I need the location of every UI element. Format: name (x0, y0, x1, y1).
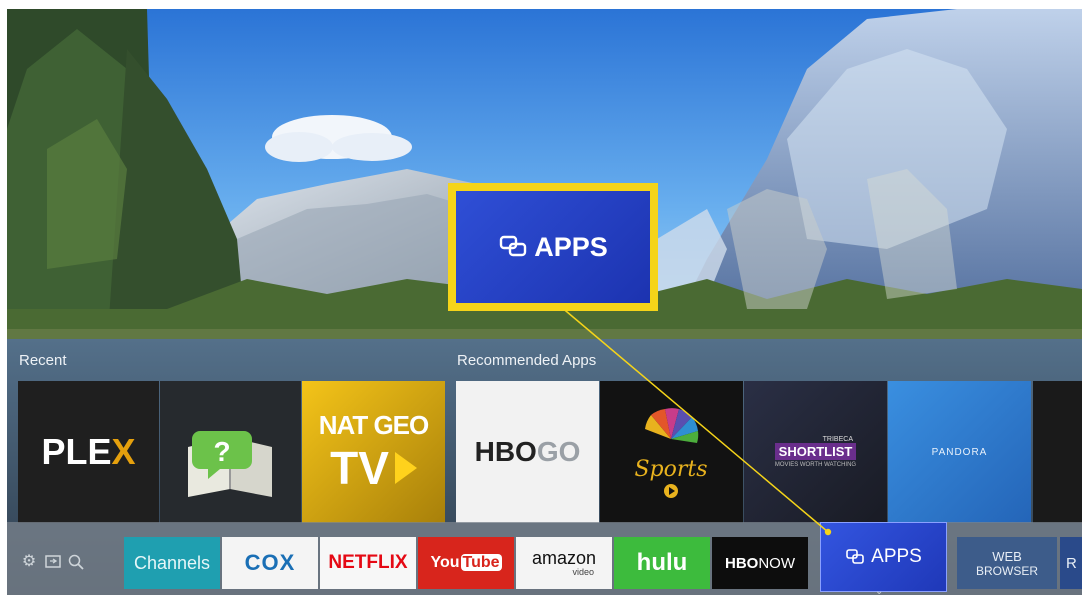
natgeo-line2: TV (330, 441, 389, 494)
netflix-label: NETFLIX (328, 552, 408, 573)
apps-zoom-callout: APPS (448, 183, 658, 311)
amazon-label: amazon (531, 548, 597, 568)
youtube-app[interactable]: You Tube (418, 537, 514, 589)
settings-icon[interactable]: ⚙ (20, 553, 38, 571)
apps-tile-selected[interactable]: APPS (820, 522, 947, 592)
plex-tile[interactable]: PLEX (18, 381, 159, 523)
shortlist-label: SHORTLIST (774, 443, 857, 460)
recent-title: Recent (19, 352, 67, 369)
natgeo-tv-tile[interactable]: NAT GEO TV (302, 381, 445, 523)
channels-app[interactable]: Channels (124, 537, 220, 589)
web-browser-line2: BROWSER (975, 563, 1038, 578)
help-book-tile[interactable]: ? (160, 381, 301, 523)
apps-label: APPS (871, 546, 922, 567)
pandora-label: PANDORA (931, 446, 988, 458)
question-glyph: ? (213, 436, 230, 467)
natgeo-line1: NAT GEO (318, 409, 430, 440)
amazon-video-app[interactable]: amazon video (516, 537, 612, 589)
tribeca-label: TRIBECA (822, 436, 853, 443)
hulu-label: hulu (636, 549, 688, 576)
channels-label: Channels (133, 552, 211, 573)
book-question-icon: ? (188, 431, 272, 497)
zoom-apps-label: APPS (534, 231, 608, 262)
web-browser-app[interactable]: WEB BROWSER (957, 537, 1057, 589)
input-source-icon[interactable] (44, 553, 62, 571)
shortlist-sub: MOVIES WORTH WATCHING (774, 462, 857, 468)
partial-tile[interactable] (1033, 381, 1082, 523)
nbc-peacock-icon: Sports (634, 408, 708, 498)
hbo-go-logo: HBOGO (474, 436, 581, 467)
nbc-sports-label: Sports (634, 457, 707, 482)
youtube-logo: You Tube (430, 554, 502, 571)
web-browser-line1: WEB (992, 548, 1022, 564)
cox-app[interactable]: COX (222, 537, 318, 589)
play-icon (394, 451, 417, 484)
plex-logo: PLEX (41, 431, 136, 472)
nbc-sports-tile[interactable]: Sports (600, 381, 743, 523)
netflix-app[interactable]: NETFLIX (320, 537, 416, 589)
partial-app-label: R (1066, 554, 1077, 572)
hbo-now-logo: HBONOW (724, 554, 795, 572)
hbo-go-tile[interactable]: HBOGO (456, 381, 599, 523)
pandora-tile[interactable]: PANDORA (888, 381, 1031, 523)
cox-label: COX (244, 550, 296, 575)
apps-icon (846, 549, 864, 564)
recommended-apps-title: Recommended Apps (457, 352, 597, 369)
chevron-down-icon: ⌄ (875, 586, 884, 595)
search-icon[interactable] (67, 553, 85, 571)
amazon-sub: video (572, 567, 594, 577)
hulu-app[interactable]: hulu (614, 537, 710, 589)
partial-app[interactable]: R (1060, 537, 1082, 589)
apps-zoom-inner: APPS (456, 191, 650, 303)
tribeca-shortlist-tile[interactable]: TRIBECA SHORTLIST MOVIES WORTH WATCHING (744, 381, 887, 523)
apps-icon (500, 235, 527, 257)
hbo-now-app[interactable]: HBONOW (712, 537, 808, 589)
